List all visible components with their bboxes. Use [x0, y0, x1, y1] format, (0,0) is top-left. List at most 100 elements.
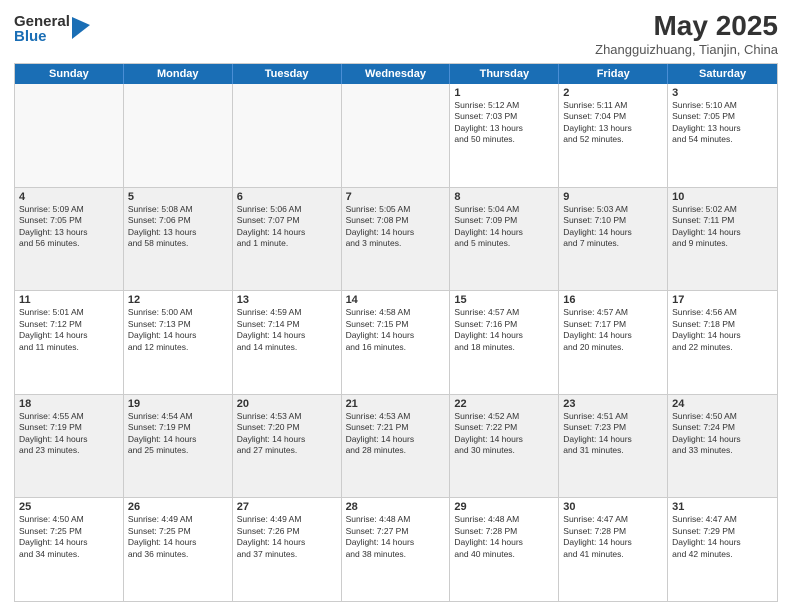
logo-icon: [72, 17, 90, 39]
calendar-row: 25Sunrise: 4:50 AM Sunset: 7:25 PM Dayli…: [15, 498, 777, 601]
cell-text: Sunrise: 4:57 AM Sunset: 7:17 PM Dayligh…: [563, 307, 663, 353]
logo-general: General: [14, 14, 70, 29]
month-year: May 2025: [595, 10, 778, 42]
calendar-cell: 17Sunrise: 4:56 AM Sunset: 7:18 PM Dayli…: [668, 291, 777, 394]
calendar-cell: 12Sunrise: 5:00 AM Sunset: 7:13 PM Dayli…: [124, 291, 233, 394]
calendar-cell: 23Sunrise: 4:51 AM Sunset: 7:23 PM Dayli…: [559, 395, 668, 498]
calendar-body: 1Sunrise: 5:12 AM Sunset: 7:03 PM Daylig…: [15, 84, 777, 601]
cell-text: Sunrise: 4:49 AM Sunset: 7:25 PM Dayligh…: [128, 514, 228, 560]
calendar-cell: 28Sunrise: 4:48 AM Sunset: 7:27 PM Dayli…: [342, 498, 451, 601]
cell-text: Sunrise: 5:12 AM Sunset: 7:03 PM Dayligh…: [454, 100, 554, 146]
calendar-row: 11Sunrise: 5:01 AM Sunset: 7:12 PM Dayli…: [15, 291, 777, 395]
cell-text: Sunrise: 5:04 AM Sunset: 7:09 PM Dayligh…: [454, 204, 554, 250]
day-number: 3: [672, 87, 773, 99]
day-number: 11: [19, 294, 119, 306]
day-number: 26: [128, 501, 228, 513]
location: Zhangguizhuang, Tianjin, China: [595, 42, 778, 57]
day-number: 21: [346, 398, 446, 410]
calendar-cell: 2Sunrise: 5:11 AM Sunset: 7:04 PM Daylig…: [559, 84, 668, 187]
calendar-header-cell: Friday: [559, 64, 668, 84]
cell-text: Sunrise: 5:02 AM Sunset: 7:11 PM Dayligh…: [672, 204, 773, 250]
calendar-cell: 4Sunrise: 5:09 AM Sunset: 7:05 PM Daylig…: [15, 188, 124, 291]
calendar-cell: 22Sunrise: 4:52 AM Sunset: 7:22 PM Dayli…: [450, 395, 559, 498]
cell-text: Sunrise: 4:53 AM Sunset: 7:21 PM Dayligh…: [346, 411, 446, 457]
calendar-header-cell: Wednesday: [342, 64, 451, 84]
cell-text: Sunrise: 5:03 AM Sunset: 7:10 PM Dayligh…: [563, 204, 663, 250]
day-number: 25: [19, 501, 119, 513]
calendar-cell: 19Sunrise: 4:54 AM Sunset: 7:19 PM Dayli…: [124, 395, 233, 498]
cell-text: Sunrise: 5:01 AM Sunset: 7:12 PM Dayligh…: [19, 307, 119, 353]
calendar-cell: 6Sunrise: 5:06 AM Sunset: 7:07 PM Daylig…: [233, 188, 342, 291]
day-number: 30: [563, 501, 663, 513]
calendar-cell: 9Sunrise: 5:03 AM Sunset: 7:10 PM Daylig…: [559, 188, 668, 291]
calendar-cell: 10Sunrise: 5:02 AM Sunset: 7:11 PM Dayli…: [668, 188, 777, 291]
calendar-header-cell: Sunday: [15, 64, 124, 84]
day-number: 13: [237, 294, 337, 306]
calendar-cell: 26Sunrise: 4:49 AM Sunset: 7:25 PM Dayli…: [124, 498, 233, 601]
cell-text: Sunrise: 5:05 AM Sunset: 7:08 PM Dayligh…: [346, 204, 446, 250]
header: General Blue May 2025 Zhangguizhuang, Ti…: [14, 10, 778, 57]
cell-text: Sunrise: 5:09 AM Sunset: 7:05 PM Dayligh…: [19, 204, 119, 250]
calendar: SundayMondayTuesdayWednesdayThursdayFrid…: [14, 63, 778, 602]
day-number: 23: [563, 398, 663, 410]
calendar-cell: 25Sunrise: 4:50 AM Sunset: 7:25 PM Dayli…: [15, 498, 124, 601]
cell-text: Sunrise: 4:57 AM Sunset: 7:16 PM Dayligh…: [454, 307, 554, 353]
cell-text: Sunrise: 4:59 AM Sunset: 7:14 PM Dayligh…: [237, 307, 337, 353]
calendar-header-cell: Tuesday: [233, 64, 342, 84]
calendar-cell: 18Sunrise: 4:55 AM Sunset: 7:19 PM Dayli…: [15, 395, 124, 498]
cell-text: Sunrise: 4:49 AM Sunset: 7:26 PM Dayligh…: [237, 514, 337, 560]
calendar-row: 1Sunrise: 5:12 AM Sunset: 7:03 PM Daylig…: [15, 84, 777, 188]
cell-text: Sunrise: 4:53 AM Sunset: 7:20 PM Dayligh…: [237, 411, 337, 457]
calendar-row: 4Sunrise: 5:09 AM Sunset: 7:05 PM Daylig…: [15, 188, 777, 292]
calendar-cell: [233, 84, 342, 187]
cell-text: Sunrise: 4:48 AM Sunset: 7:28 PM Dayligh…: [454, 514, 554, 560]
cell-text: Sunrise: 4:50 AM Sunset: 7:25 PM Dayligh…: [19, 514, 119, 560]
cell-text: Sunrise: 4:52 AM Sunset: 7:22 PM Dayligh…: [454, 411, 554, 457]
calendar-cell: 20Sunrise: 4:53 AM Sunset: 7:20 PM Dayli…: [233, 395, 342, 498]
cell-text: Sunrise: 4:48 AM Sunset: 7:27 PM Dayligh…: [346, 514, 446, 560]
day-number: 4: [19, 191, 119, 203]
day-number: 2: [563, 87, 663, 99]
calendar-cell: 24Sunrise: 4:50 AM Sunset: 7:24 PM Dayli…: [668, 395, 777, 498]
day-number: 8: [454, 191, 554, 203]
logo-blue: Blue: [14, 29, 70, 44]
calendar-cell: 14Sunrise: 4:58 AM Sunset: 7:15 PM Dayli…: [342, 291, 451, 394]
calendar-cell: 16Sunrise: 4:57 AM Sunset: 7:17 PM Dayli…: [559, 291, 668, 394]
day-number: 22: [454, 398, 554, 410]
day-number: 7: [346, 191, 446, 203]
cell-text: Sunrise: 5:00 AM Sunset: 7:13 PM Dayligh…: [128, 307, 228, 353]
calendar-header-cell: Monday: [124, 64, 233, 84]
cell-text: Sunrise: 4:47 AM Sunset: 7:28 PM Dayligh…: [563, 514, 663, 560]
cell-text: Sunrise: 4:55 AM Sunset: 7:19 PM Dayligh…: [19, 411, 119, 457]
calendar-header: SundayMondayTuesdayWednesdayThursdayFrid…: [15, 64, 777, 84]
day-number: 12: [128, 294, 228, 306]
calendar-header-cell: Saturday: [668, 64, 777, 84]
day-number: 28: [346, 501, 446, 513]
day-number: 1: [454, 87, 554, 99]
calendar-header-cell: Thursday: [450, 64, 559, 84]
calendar-cell: 30Sunrise: 4:47 AM Sunset: 7:28 PM Dayli…: [559, 498, 668, 601]
day-number: 31: [672, 501, 773, 513]
calendar-row: 18Sunrise: 4:55 AM Sunset: 7:19 PM Dayli…: [15, 395, 777, 499]
calendar-cell: 13Sunrise: 4:59 AM Sunset: 7:14 PM Dayli…: [233, 291, 342, 394]
day-number: 16: [563, 294, 663, 306]
cell-text: Sunrise: 5:08 AM Sunset: 7:06 PM Dayligh…: [128, 204, 228, 250]
calendar-cell: 5Sunrise: 5:08 AM Sunset: 7:06 PM Daylig…: [124, 188, 233, 291]
calendar-cell: 11Sunrise: 5:01 AM Sunset: 7:12 PM Dayli…: [15, 291, 124, 394]
calendar-cell: 7Sunrise: 5:05 AM Sunset: 7:08 PM Daylig…: [342, 188, 451, 291]
day-number: 27: [237, 501, 337, 513]
day-number: 9: [563, 191, 663, 203]
calendar-cell: 31Sunrise: 4:47 AM Sunset: 7:29 PM Dayli…: [668, 498, 777, 601]
cell-text: Sunrise: 4:56 AM Sunset: 7:18 PM Dayligh…: [672, 307, 773, 353]
day-number: 5: [128, 191, 228, 203]
day-number: 18: [19, 398, 119, 410]
cell-text: Sunrise: 4:50 AM Sunset: 7:24 PM Dayligh…: [672, 411, 773, 457]
cell-text: Sunrise: 4:47 AM Sunset: 7:29 PM Dayligh…: [672, 514, 773, 560]
day-number: 15: [454, 294, 554, 306]
day-number: 19: [128, 398, 228, 410]
day-number: 24: [672, 398, 773, 410]
day-number: 20: [237, 398, 337, 410]
calendar-cell: 8Sunrise: 5:04 AM Sunset: 7:09 PM Daylig…: [450, 188, 559, 291]
calendar-cell: [124, 84, 233, 187]
logo: General Blue: [14, 14, 90, 44]
